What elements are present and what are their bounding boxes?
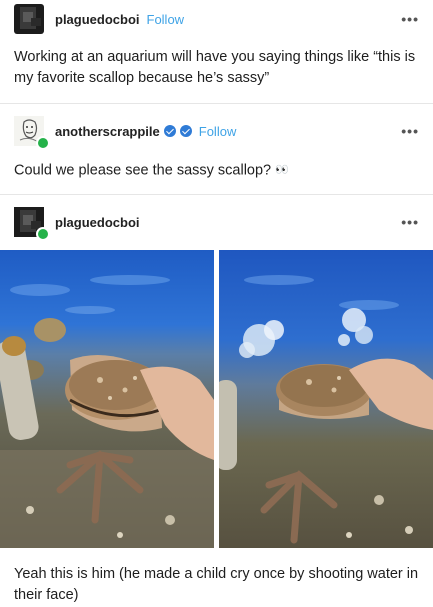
scallop-photo-right[interactable] (219, 250, 433, 548)
username[interactable]: plaguedocboi (55, 215, 140, 230)
follow-button[interactable]: Follow (147, 12, 185, 27)
post-text: Could we please see the sassy scallop? 👀 (14, 160, 419, 181)
more-icon[interactable]: ••• (401, 214, 419, 230)
online-badge-icon (36, 227, 50, 241)
verified-icon (163, 125, 176, 137)
post-caption: Yeah this is him (he made a child cry on… (14, 566, 419, 603)
follow-button[interactable]: Follow (199, 124, 237, 139)
username[interactable]: anotherscrappile (55, 124, 160, 139)
verified-icon (179, 125, 192, 137)
eyes-emoji: 👀 (275, 164, 290, 176)
divider (0, 194, 433, 195)
scallop-photo-left[interactable] (0, 250, 214, 548)
post-text: Working at an aquarium will have you say… (14, 49, 416, 86)
more-icon[interactable]: ••• (401, 123, 419, 139)
username[interactable]: plaguedocboi (55, 12, 140, 27)
post-text-content: Could we please see the sassy scallop? (14, 162, 272, 179)
avatar[interactable] (14, 116, 50, 150)
post1-header: plaguedocboi Follow (14, 4, 184, 34)
avatar[interactable] (14, 4, 44, 34)
online-badge-icon (36, 136, 50, 150)
avatar[interactable] (14, 207, 50, 241)
post2-header: anotherscrappile Follow (14, 116, 237, 150)
post3-header: plaguedocboi (14, 207, 140, 241)
divider (0, 103, 433, 104)
more-icon[interactable]: ••• (401, 11, 419, 27)
